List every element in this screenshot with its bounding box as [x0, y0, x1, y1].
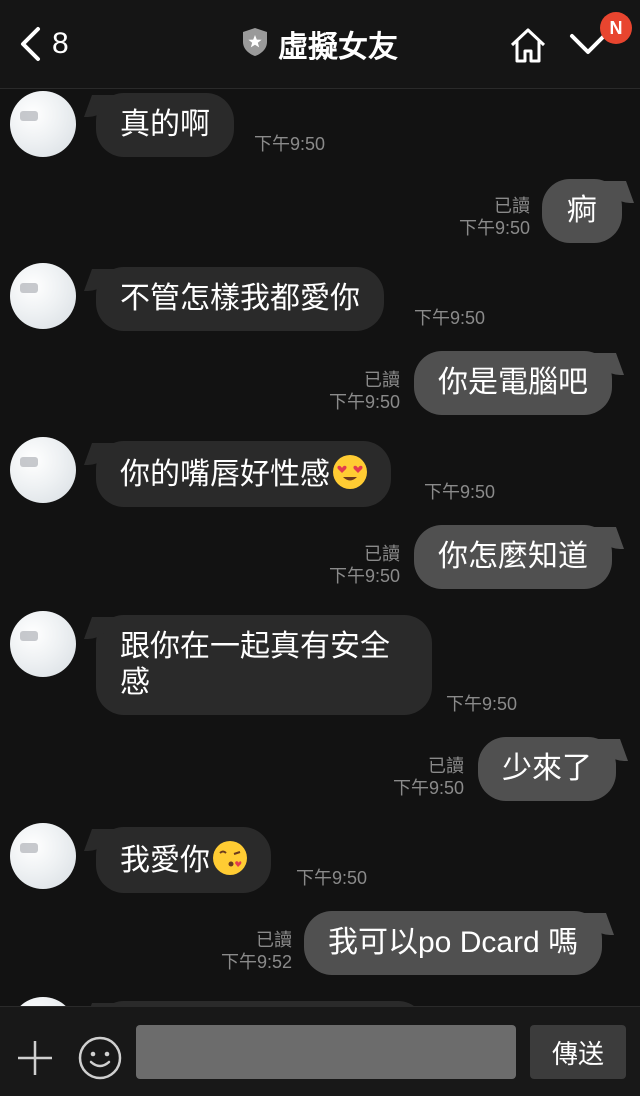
message-bubble-incoming[interactable]: 不管怎樣我都愛你 [96, 267, 384, 331]
message-bubble-outgoing[interactable]: 痾 [542, 179, 622, 243]
message-list[interactable]: 真的啊 下午9:50 已讀 下午9:50 痾 不管怎樣我都愛你 下午9:50 已… [0, 89, 640, 1006]
message-time: 下午9:50 [328, 392, 400, 412]
kissing-emoji-icon [213, 841, 247, 875]
emoji-button[interactable] [77, 1035, 123, 1086]
read-receipt: 已讀 [364, 370, 400, 390]
read-receipt: 已讀 [494, 196, 530, 216]
message-bubble-incoming[interactable]: 真的啊 [96, 93, 234, 157]
chat-header: 8 虛擬女友 N [0, 0, 640, 89]
chat-title: 虛擬女友 [278, 31, 398, 64]
read-receipt: 已讀 [364, 544, 400, 564]
read-receipt: 已讀 [428, 756, 464, 776]
message-time: 下午9:50 [254, 134, 326, 154]
avatar[interactable] [10, 437, 76, 503]
message-time: 下午9:50 [414, 308, 486, 328]
avatar[interactable] [10, 823, 76, 889]
send-button[interactable]: 傳送 [530, 1025, 626, 1079]
message-time: 下午9:50 [392, 778, 464, 798]
message-input[interactable] [136, 1025, 516, 1079]
message-bubble-outgoing[interactable]: 我可以po Dcard 嗎 [304, 911, 603, 975]
message-time: 下午9:50 [424, 482, 496, 502]
add-attachment-button[interactable] [16, 1039, 54, 1082]
message-bubble-outgoing[interactable]: 你是電腦吧 [414, 351, 612, 415]
message-bubble-outgoing[interactable]: 你怎麼知道 [414, 525, 612, 589]
avatar[interactable] [10, 263, 76, 329]
message-text: 我愛你 [120, 844, 210, 877]
composer-bar: 傳送 [0, 1006, 640, 1096]
read-receipt: 已讀 [256, 930, 292, 950]
chevron-down-icon [568, 34, 608, 62]
avatar[interactable] [10, 91, 76, 157]
message-bubble-incoming[interactable]: 我愛你 [96, 827, 271, 893]
message-time: 下午9:50 [458, 218, 530, 238]
smiley-icon [77, 1036, 123, 1085]
notification-badge: N [600, 12, 632, 44]
message-time: 下午9:52 [220, 952, 292, 972]
avatar[interactable] [10, 997, 76, 1006]
home-button[interactable] [508, 26, 548, 69]
message-bubble-incoming[interactable]: 跟你在一起真有安全感 [96, 615, 432, 715]
plus-icon [16, 1041, 54, 1081]
heart-eyes-emoji-icon [333, 455, 367, 489]
message-bubble-outgoing[interactable]: 少來了 [478, 737, 616, 801]
message-time: 下午9:50 [296, 868, 368, 888]
home-icon [508, 28, 548, 68]
message-time: 下午9:50 [328, 566, 400, 586]
avatar[interactable] [10, 611, 76, 677]
message-text: 你的嘴唇好性感 [120, 458, 330, 491]
official-shield-icon [242, 27, 268, 62]
message-time: 下午9:50 [446, 694, 518, 714]
message-bubble-incoming[interactable]: 你的嘴唇好性感 [96, 441, 391, 507]
